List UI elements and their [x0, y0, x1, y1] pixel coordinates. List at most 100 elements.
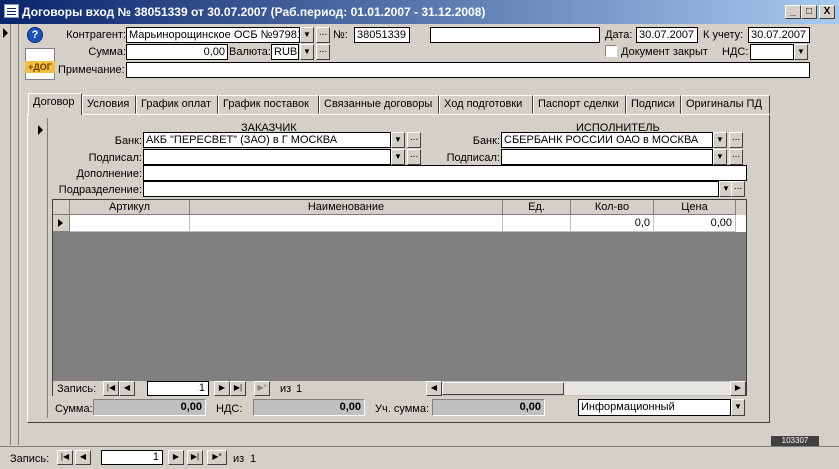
- contract-doc-icon-label: +ДОГ: [25, 61, 55, 73]
- last-record-icon[interactable]: ▶|: [187, 450, 203, 465]
- customer-signed-lookup-button[interactable]: ...: [407, 149, 421, 165]
- executor-signed-label: Подписал:: [446, 152, 500, 164]
- executor-bank-lookup-button[interactable]: ...: [729, 132, 743, 148]
- prev-record-icon[interactable]: ◀: [75, 450, 91, 465]
- first-record-icon[interactable]: |◀: [57, 450, 73, 465]
- number-field[interactable]: 38051339: [354, 27, 410, 43]
- chevron-down-icon[interactable]: ▼: [731, 399, 745, 416]
- contract-doc-icon[interactable]: +ДОГ: [25, 48, 55, 80]
- chevron-down-icon[interactable]: ▼: [713, 132, 727, 148]
- scroll-thumb[interactable]: [442, 382, 564, 395]
- valuta-select[interactable]: RUB: [271, 44, 299, 60]
- tab-8[interactable]: Оригиналы ПД: [681, 95, 770, 114]
- note-field[interactable]: [126, 62, 810, 78]
- grid-header-filler: [736, 200, 746, 215]
- division-select[interactable]: [143, 181, 719, 197]
- minimize-button[interactable]: _: [785, 5, 801, 19]
- tab-1[interactable]: Условия: [82, 95, 136, 114]
- document-icon[interactable]: [4, 4, 19, 18]
- cell-qty[interactable]: 0,0: [571, 215, 654, 232]
- chevron-down-icon[interactable]: ▼: [391, 149, 405, 165]
- inner-total: 1: [296, 383, 303, 395]
- customer-signed-select[interactable]: [143, 149, 391, 165]
- chevron-down-icon[interactable]: ▼: [300, 27, 314, 43]
- total-nds-label: НДС:: [216, 403, 243, 415]
- kontragent-label: Контрагент:: [66, 29, 126, 41]
- panel-record-selector: [31, 118, 48, 418]
- kuchetu-label: К учету:: [703, 29, 744, 41]
- help-icon[interactable]: ?: [27, 27, 43, 43]
- total-summa-field: 0,00: [93, 399, 206, 416]
- executor-bank-select[interactable]: СБЕРБАНК РОССИИ ОАО в МОСКВА: [501, 132, 713, 148]
- cell-article[interactable]: [70, 215, 190, 232]
- status-select[interactable]: Информационный: [578, 399, 731, 416]
- division-lookup-button[interactable]: ...: [731, 181, 745, 197]
- date-field[interactable]: 30.07.2007: [636, 27, 698, 43]
- chevron-down-icon[interactable]: ▼: [713, 149, 727, 165]
- code-badge: 103307: [771, 436, 819, 446]
- chevron-down-icon[interactable]: ▼: [391, 132, 405, 148]
- executor-signed-lookup-button[interactable]: ...: [729, 149, 743, 165]
- grid-row-filler: [736, 215, 746, 232]
- maximize-button[interactable]: □: [801, 5, 817, 19]
- date-label: Дата:: [605, 29, 633, 41]
- inner-record-input[interactable]: 1: [147, 381, 209, 396]
- tab-6[interactable]: Паспорт сделки: [533, 95, 626, 114]
- record-selector-strip: [0, 24, 11, 445]
- next-record-icon[interactable]: ▶: [214, 381, 230, 396]
- grid-corner: [53, 200, 70, 215]
- window-title: Договоры вход № 38051339 от 30.07.2007 (…: [22, 5, 486, 19]
- kontragent-lookup-button[interactable]: ...: [316, 27, 330, 43]
- current-record-arrow-icon: [38, 125, 43, 135]
- nds-select[interactable]: [750, 44, 794, 60]
- total-nds-field: 0,00: [253, 399, 365, 416]
- footer-of-label: из: [233, 453, 245, 465]
- current-record-arrow-icon: [3, 28, 8, 38]
- tab-7[interactable]: Подписи: [626, 95, 681, 114]
- tab-4[interactable]: Связанные договоры: [319, 95, 439, 114]
- scroll-right-icon[interactable]: ▶: [730, 381, 746, 396]
- cell-unit[interactable]: [503, 215, 571, 232]
- addition-label: Дополнение:: [76, 168, 142, 180]
- footer-total: 1: [250, 453, 257, 465]
- executor-signed-select[interactable]: [501, 149, 713, 165]
- tab-2[interactable]: График оплат: [136, 95, 218, 114]
- number-extra-field[interactable]: [430, 27, 600, 43]
- column-header-unit[interactable]: Ед.: [503, 200, 571, 215]
- column-header-name[interactable]: Наименование: [190, 200, 503, 215]
- tab-3[interactable]: График поставок: [218, 95, 319, 114]
- column-header-price[interactable]: Цена: [654, 200, 736, 215]
- footer-record-label: Запись:: [10, 453, 50, 465]
- cell-name[interactable]: [190, 215, 503, 232]
- valuta-label: Валюта:: [229, 46, 271, 58]
- column-header-article[interactable]: Артикул: [70, 200, 190, 215]
- summa-field[interactable]: 0,00: [126, 44, 228, 60]
- cell-price[interactable]: 0,00: [654, 215, 736, 232]
- tab-5[interactable]: Ход подготовки: [439, 95, 533, 114]
- customer-bank-select[interactable]: АКБ "ПЕРЕСВЕТ" (ЗАО) в Г МОСКВА: [143, 132, 391, 148]
- last-record-icon[interactable]: ▶|: [230, 381, 246, 396]
- first-record-icon[interactable]: |◀: [103, 381, 119, 396]
- customer-signed-label: Подписал:: [88, 152, 142, 164]
- kontragent-select[interactable]: Марьинорощинское ОСБ №97981: [126, 27, 300, 43]
- customer-bank-lookup-button[interactable]: ...: [407, 132, 421, 148]
- closed-checkbox[interactable]: [605, 45, 617, 57]
- executor-bank-label: Банк:: [472, 135, 500, 147]
- kuchetu-field[interactable]: 30.07.2007: [748, 27, 810, 43]
- close-button[interactable]: X: [819, 5, 835, 19]
- next-record-icon[interactable]: ▶: [168, 450, 184, 465]
- closed-label: Документ закрыт: [621, 46, 708, 58]
- new-record-icon[interactable]: ▶*: [254, 381, 270, 396]
- prev-record-icon[interactable]: ◀: [119, 381, 135, 396]
- tab-0[interactable]: Договор: [28, 93, 82, 115]
- nds-label: НДС:: [722, 46, 749, 58]
- scroll-left-icon[interactable]: ◀: [426, 381, 442, 396]
- column-header-qty[interactable]: Кол-во: [571, 200, 654, 215]
- chevron-down-icon[interactable]: ▼: [300, 44, 314, 60]
- footer-record-input[interactable]: 1: [101, 450, 163, 465]
- chevron-down-icon[interactable]: ▼: [794, 44, 808, 60]
- new-record-icon[interactable]: ▶*: [207, 450, 227, 465]
- total-summa-label: Сумма:: [55, 403, 93, 415]
- addition-field[interactable]: [143, 165, 747, 181]
- valuta-lookup-button[interactable]: ...: [316, 44, 330, 60]
